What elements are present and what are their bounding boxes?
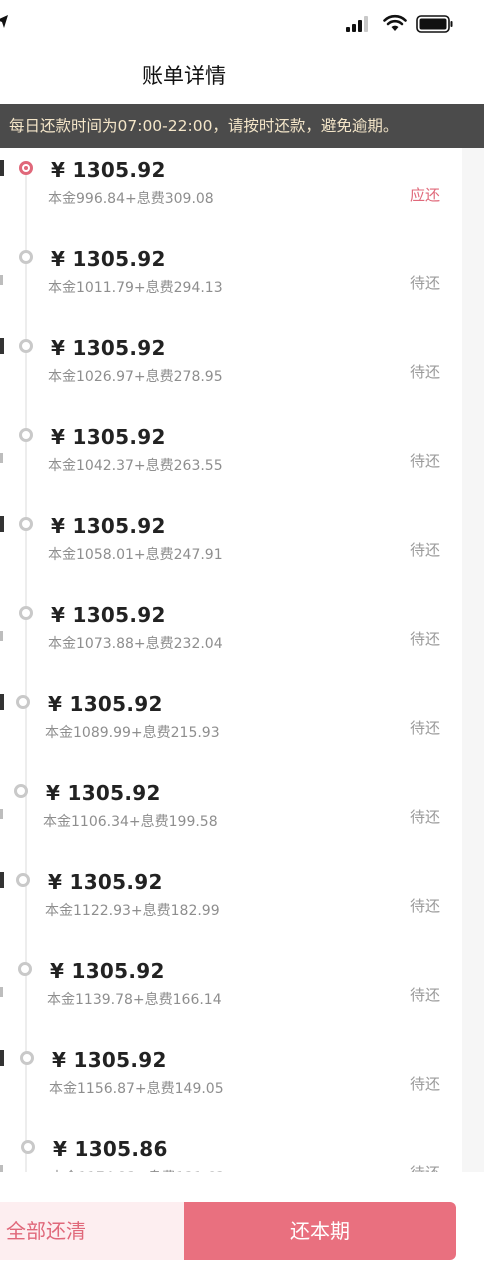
location-arrow-icon xyxy=(0,15,8,28)
installment-amount: ¥ 1305.92 xyxy=(51,247,166,271)
installment-status: 待还 xyxy=(409,274,440,292)
installment-status: 待还 xyxy=(409,897,440,915)
installment-row[interactable]: ¥ 1305.92 本金1156.87+息费149.05 待还 xyxy=(0,1038,462,1127)
installment-row[interactable]: ¥ 1305.92 本金1011.79+息费294.13 待还 xyxy=(0,237,462,326)
installment-row[interactable]: ¥ 1305.92 本金1073.88+息费232.04 待还 xyxy=(0,593,462,682)
installment-breakdown: 本金1011.79+息费294.13 xyxy=(48,280,223,296)
installment-amount: ¥ 1305.86 xyxy=(53,1137,168,1161)
left-edge-mark xyxy=(0,872,4,888)
status-bar xyxy=(0,0,484,48)
installment-row[interactable]: ¥ 1305.92 本金1042.37+息费263.55 待还 xyxy=(0,415,462,504)
timeline-dot xyxy=(19,250,33,264)
left-edge-mark xyxy=(0,1165,3,1172)
installment-breakdown: 本金1089.99+息费215.93 xyxy=(45,725,220,741)
left-edge-mark xyxy=(0,631,3,641)
installment-amount: ¥ 1305.92 xyxy=(51,158,166,182)
timeline-dot xyxy=(19,339,33,353)
repayment-notice-banner: 每日还款时间为07:00-22:00，请按时还款，避免逾期。 xyxy=(0,104,484,148)
left-edge-mark xyxy=(0,809,3,819)
timeline-dot xyxy=(16,873,30,887)
left-edge-mark xyxy=(0,275,3,285)
pay-all-button[interactable]: 全部还清 xyxy=(0,1202,184,1260)
installment-row[interactable]: ¥ 1305.86本金1174.23+息费131.63待还 xyxy=(0,1127,462,1172)
installment-breakdown: 本金996.84+息费309.08 xyxy=(48,191,214,207)
installment-amount: ¥ 1305.92 xyxy=(48,870,163,894)
installment-status: 待还 xyxy=(409,719,440,737)
installment-amount: ¥ 1305.92 xyxy=(46,781,161,805)
battery-icon xyxy=(416,15,453,33)
timeline-dot xyxy=(18,962,32,976)
timeline-dot xyxy=(19,517,33,531)
pay-current-period-button[interactable]: 还本期 xyxy=(184,1202,456,1260)
installment-row[interactable]: ¥ 1305.92 本金1139.78+息费166.14 待还 xyxy=(0,949,462,1038)
installment-amount: ¥ 1305.92 xyxy=(51,425,166,449)
installment-status: 应还 xyxy=(409,186,440,204)
installment-status: 待还 xyxy=(409,452,440,470)
left-edge-mark xyxy=(0,338,4,354)
installment-breakdown: 本金1058.01+息费247.91 xyxy=(48,547,223,563)
timeline-dot xyxy=(16,695,30,709)
installment-breakdown: 本金1026.97+息费278.95 xyxy=(48,369,223,385)
timeline-dot xyxy=(19,606,33,620)
installment-amount: ¥ 1305.92 xyxy=(51,336,166,360)
installment-row[interactable]: ¥ 1305.92 本金1058.01+息费247.91 待还 xyxy=(0,504,462,593)
installment-status: 待还 xyxy=(409,808,440,826)
installment-amount: ¥ 1305.92 xyxy=(51,514,166,538)
installment-breakdown: 本金1122.93+息费182.99 xyxy=(45,903,220,919)
timeline-dot xyxy=(20,1051,34,1065)
installment-status: 待还 xyxy=(409,986,440,1004)
left-edge-mark xyxy=(0,516,4,532)
installment-amount: ¥ 1305.92 xyxy=(48,692,163,716)
installment-status: 待还 xyxy=(409,1075,440,1093)
installment-row[interactable]: ¥ 1305.92 本金1089.99+息费215.93 待还 xyxy=(0,682,462,771)
installment-list: ¥ 1305.92 本金996.84+息费309.08 应还 ¥ 1305.92 本金1… xyxy=(0,148,462,1172)
installment-row[interactable]: ¥ 1305.92 本金1122.93+息费182.99 待还 xyxy=(0,860,462,949)
left-edge-mark xyxy=(0,453,3,463)
left-edge-mark xyxy=(0,987,3,997)
left-edge-mark xyxy=(0,694,4,710)
installment-row[interactable]: ¥ 1305.92 本金996.84+息费309.08 应还 xyxy=(0,148,462,237)
installment-amount: ¥ 1305.92 xyxy=(50,959,165,983)
installment-status: 待还 xyxy=(409,630,440,648)
page-title: 账单详情 xyxy=(142,64,226,88)
installment-breakdown: 本金1042.37+息费263.55 xyxy=(48,458,223,474)
signal-icon xyxy=(346,16,368,32)
installment-row[interactable]: ¥ 1305.92 本金1106.34+息费199.58 待还 xyxy=(0,771,462,860)
nav-bar: 账单详情 xyxy=(0,48,484,104)
installment-breakdown: 本金1073.88+息费232.04 xyxy=(48,636,223,652)
installment-breakdown: 本金1156.87+息费149.05 xyxy=(49,1081,224,1097)
timeline-dot xyxy=(19,428,33,442)
side-strip xyxy=(462,148,484,1172)
left-edge-mark xyxy=(0,160,4,176)
installment-amount: ¥ 1305.92 xyxy=(51,603,166,627)
wifi-icon xyxy=(383,14,407,31)
installment-amount: ¥ 1305.92 xyxy=(52,1048,167,1072)
timeline-dot xyxy=(21,1140,35,1154)
timeline-dot xyxy=(14,784,28,798)
installment-status: 待还 xyxy=(409,363,440,381)
bottom-action-bar: 全部还清 还本期 xyxy=(0,1172,484,1268)
installment-breakdown: 本金1139.78+息费166.14 xyxy=(47,992,222,1008)
installment-row[interactable]: ¥ 1305.92 本金1026.97+息费278.95 待还 xyxy=(0,326,462,415)
timeline-dot-active xyxy=(19,161,33,175)
installment-status: 待还 xyxy=(410,1162,440,1172)
left-edge-mark xyxy=(0,1050,4,1066)
installment-status: 待还 xyxy=(409,541,440,559)
installment-breakdown: 本金1106.34+息费199.58 xyxy=(43,814,218,830)
